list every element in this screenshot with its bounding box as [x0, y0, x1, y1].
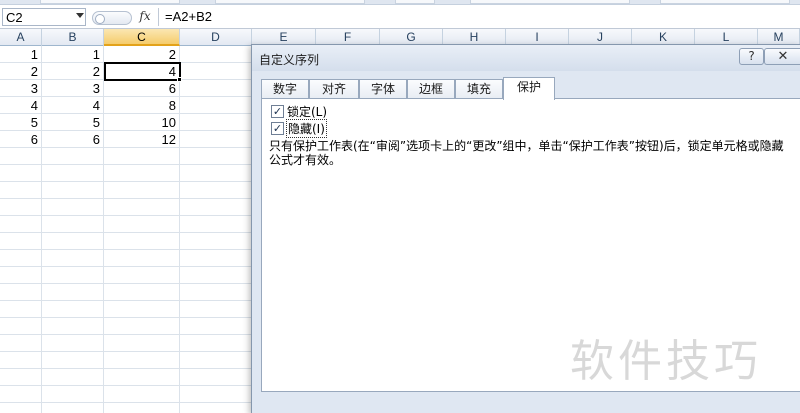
name-box-dropdown-icon[interactable]: [76, 13, 84, 18]
cell-a6[interactable]: 6: [0, 131, 41, 148]
formula-input[interactable]: =A2+B2: [158, 8, 798, 26]
cell-c6[interactable]: 12: [104, 131, 179, 148]
locked-checkbox[interactable]: ✓: [271, 104, 284, 118]
ribbon-group: [395, 0, 435, 4]
cell-b1[interactable]: 1: [42, 46, 103, 63]
protection-note: 只有保护工作表(在“审阅”选项卡上的“更改”组中，单击“保护工作表”按钮)后，锁…: [269, 139, 784, 167]
cell-b6[interactable]: 6: [42, 131, 103, 148]
hidden-option[interactable]: ✓ 隐藏(I): [271, 118, 327, 138]
cell-c5[interactable]: 10: [104, 114, 179, 131]
column-header-active[interactable]: C: [104, 29, 180, 46]
insert-function-icon[interactable]: fx: [134, 8, 156, 26]
column-header[interactable]: B: [42, 29, 104, 46]
tab-number[interactable]: 数字: [261, 79, 309, 99]
cell-a5[interactable]: 5: [0, 114, 41, 131]
hidden-label[interactable]: 隐藏(I): [286, 118, 327, 138]
cell-b4[interactable]: 4: [42, 97, 103, 114]
cell-c1[interactable]: 2: [104, 46, 179, 63]
ribbon-group: [215, 0, 365, 4]
help-button[interactable]: ?: [739, 48, 764, 65]
tab-fill[interactable]: 填充: [455, 79, 503, 99]
locked-option[interactable]: ✓ 锁定(L): [271, 103, 327, 119]
close-button[interactable]: ✕: [764, 48, 800, 65]
cell-b3[interactable]: 3: [42, 80, 103, 97]
cell-a1[interactable]: 1: [0, 46, 41, 63]
cell-c3[interactable]: 6: [104, 80, 179, 97]
tab-protection[interactable]: 保护: [503, 77, 555, 100]
cell-c4[interactable]: 8: [104, 97, 179, 114]
watermark: 软件技巧: [570, 336, 762, 387]
column-header[interactable]: A: [0, 29, 42, 46]
formula-bar-splitter[interactable]: [92, 11, 132, 25]
fill-handle[interactable]: [177, 77, 182, 82]
grid-line: [179, 46, 180, 413]
locked-label[interactable]: 锁定(L): [287, 103, 327, 120]
hidden-checkbox[interactable]: ✓: [271, 121, 284, 135]
dialog-title: 自定义序列: [259, 53, 320, 67]
ribbon-group: [470, 0, 630, 4]
ribbon-group: [40, 0, 180, 4]
cell-b2[interactable]: 2: [42, 63, 103, 80]
tab-alignment[interactable]: 对齐: [309, 79, 359, 99]
column-header[interactable]: D: [180, 29, 252, 46]
cell-b5[interactable]: 5: [42, 114, 103, 131]
selection-border: [104, 62, 181, 81]
tab-font[interactable]: 字体: [359, 79, 407, 99]
cell-a2[interactable]: 2: [0, 63, 41, 80]
dialog-title-bar[interactable]: 自定义序列 ? ✕: [252, 45, 800, 71]
cell-a3[interactable]: 3: [0, 80, 41, 97]
tab-border[interactable]: 边框: [407, 79, 455, 99]
name-box[interactable]: C2: [2, 8, 86, 26]
ribbon-group: [660, 0, 790, 4]
cell-a4[interactable]: 4: [0, 97, 41, 114]
formula-bar: C2 fx =A2+B2: [0, 5, 800, 29]
